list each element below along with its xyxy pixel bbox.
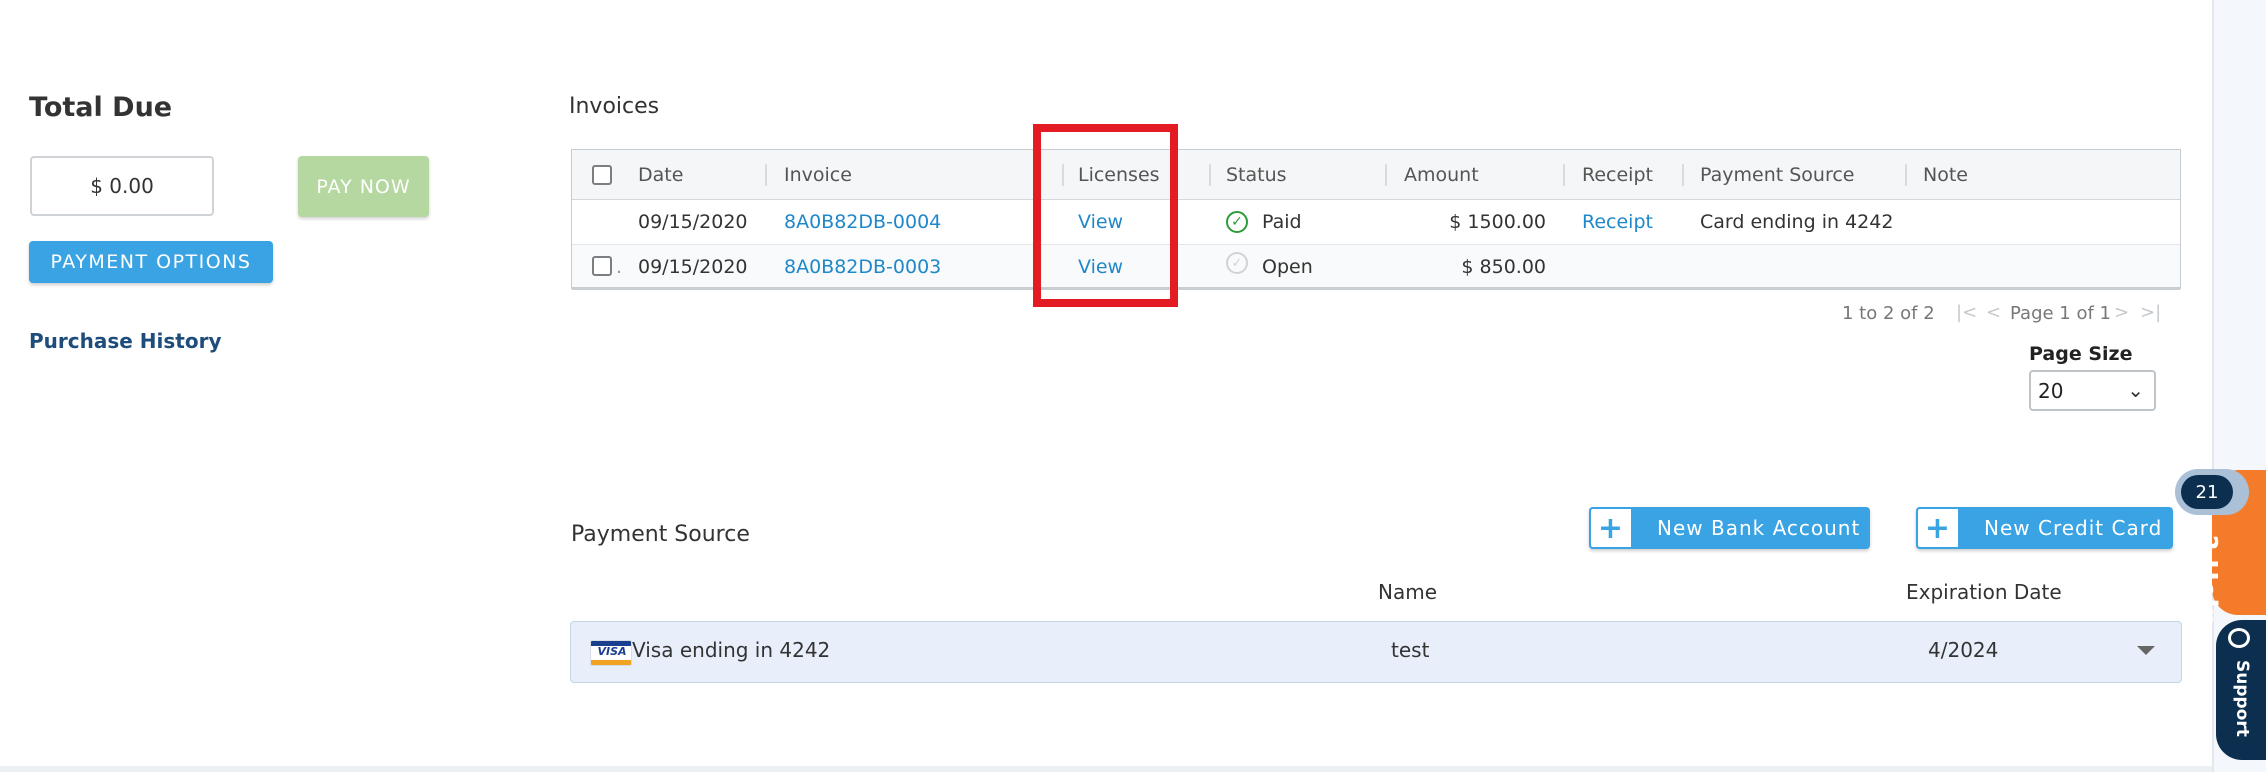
column-separator[interactable] xyxy=(1905,164,1907,186)
column-header-expiration: Expiration Date xyxy=(1906,580,2062,604)
expand-caret-icon[interactable] xyxy=(2137,646,2155,655)
page-indicator: Page 1 of 1 xyxy=(2010,303,2111,324)
support-label[interactable]: Support xyxy=(2232,660,2252,737)
prev-page-icon[interactable]: < xyxy=(1986,302,2001,323)
invoice-link[interactable]: 8A0B82DB-0003 xyxy=(784,245,941,289)
paid-check-icon: ✓ xyxy=(1226,211,1248,233)
payment-card-row[interactable]: VISA Visa ending in 4242 test 4/2024 xyxy=(570,621,2182,683)
new-bank-account-label: New Bank Account xyxy=(1657,516,1861,540)
purchase-history-link[interactable]: Purchase History xyxy=(29,329,221,353)
new-bank-account-button[interactable]: + New Bank Account xyxy=(1589,507,1870,549)
card-holder-name: test xyxy=(1391,638,1430,662)
total-due-amount: $ 0.00 xyxy=(30,156,214,216)
chevron-down-icon: ⌄ xyxy=(2127,378,2144,402)
table-row[interactable]: 09/15/2020 8A0B82DB-0004 View ✓ Paid $ 1… xyxy=(572,200,2180,245)
column-header-payment-source[interactable]: Payment Source xyxy=(1700,150,1854,199)
chat-icon xyxy=(2228,628,2250,648)
new-credit-card-label: New Credit Card xyxy=(1984,516,2163,540)
column-separator[interactable] xyxy=(1682,164,1684,186)
column-separator[interactable] xyxy=(1563,164,1565,186)
page-size-label: Page Size xyxy=(2029,343,2133,365)
help-badge[interactable]: 21 xyxy=(2181,475,2233,509)
plus-icon: + xyxy=(1589,507,1633,549)
column-header-receipt[interactable]: Receipt xyxy=(1582,150,1653,199)
invoice-amount: $ 850.00 xyxy=(1461,256,1546,278)
invoices-grid: Date Invoice Licenses Status Amount Rece… xyxy=(571,149,2181,290)
open-status-icon: ✓ xyxy=(1226,252,1248,274)
new-credit-card-button[interactable]: + New Credit Card xyxy=(1916,507,2173,549)
column-separator[interactable] xyxy=(1209,164,1211,186)
grid-bottom-border xyxy=(572,287,2180,290)
grid-header: Date Invoice Licenses Status Amount Rece… xyxy=(572,150,2180,200)
total-due-title: Total Due xyxy=(29,92,173,123)
last-page-icon[interactable]: >| xyxy=(2140,302,2161,323)
column-separator[interactable] xyxy=(1385,164,1387,186)
help-label[interactable]: ? Help xyxy=(2192,535,2222,626)
pay-now-button[interactable]: PAY NOW xyxy=(298,156,429,217)
invoices-title: Invoices xyxy=(569,94,660,119)
invoice-link[interactable]: 8A0B82DB-0004 xyxy=(784,200,941,244)
column-header-invoice[interactable]: Invoice xyxy=(784,150,852,199)
column-header-date[interactable]: Date xyxy=(638,150,683,199)
row-checkbox[interactable] xyxy=(592,256,612,276)
invoice-status: Open xyxy=(1262,256,1313,278)
page-size-select[interactable]: 20 ⌄ xyxy=(2029,370,2156,411)
invoice-payment-source: Card ending in 4242 xyxy=(1700,211,1894,233)
plus-icon: + xyxy=(1916,507,1960,549)
horizontal-scrollbar[interactable] xyxy=(0,766,2212,772)
invoice-amount: $ 1500.00 xyxy=(1449,211,1546,233)
page-size-value: 20 xyxy=(2038,378,2064,403)
select-all-checkbox[interactable] xyxy=(592,165,612,185)
card-expiration: 4/2024 xyxy=(1928,638,1999,662)
payment-source-title: Payment Source xyxy=(571,522,750,547)
column-header-note[interactable]: Note xyxy=(1923,150,1968,199)
next-page-icon[interactable]: > xyxy=(2114,302,2129,323)
pager-summary: 1 to 2 of 2 xyxy=(1842,303,1935,324)
licenses-column-highlight xyxy=(1033,124,1178,307)
first-page-icon[interactable]: |< xyxy=(1956,302,1977,323)
invoice-date: 09/15/2020 xyxy=(638,256,748,278)
card-label: Visa ending in 4242 xyxy=(632,638,831,662)
checkbox-dot: . xyxy=(616,256,623,278)
column-header-name: Name xyxy=(1378,580,1438,604)
invoice-date: 09/15/2020 xyxy=(638,211,748,233)
invoice-status: Paid xyxy=(1262,211,1302,233)
visa-icon: VISA xyxy=(590,640,632,666)
receipt-link[interactable]: Receipt xyxy=(1582,200,1653,244)
column-separator[interactable] xyxy=(765,164,767,186)
column-header-amount[interactable]: Amount xyxy=(1404,150,1479,199)
table-row[interactable]: . 09/15/2020 8A0B82DB-0003 View ✓ Open $… xyxy=(572,245,2180,289)
payment-options-button[interactable]: PAYMENT OPTIONS xyxy=(29,241,273,283)
column-header-status[interactable]: Status xyxy=(1226,150,1287,199)
